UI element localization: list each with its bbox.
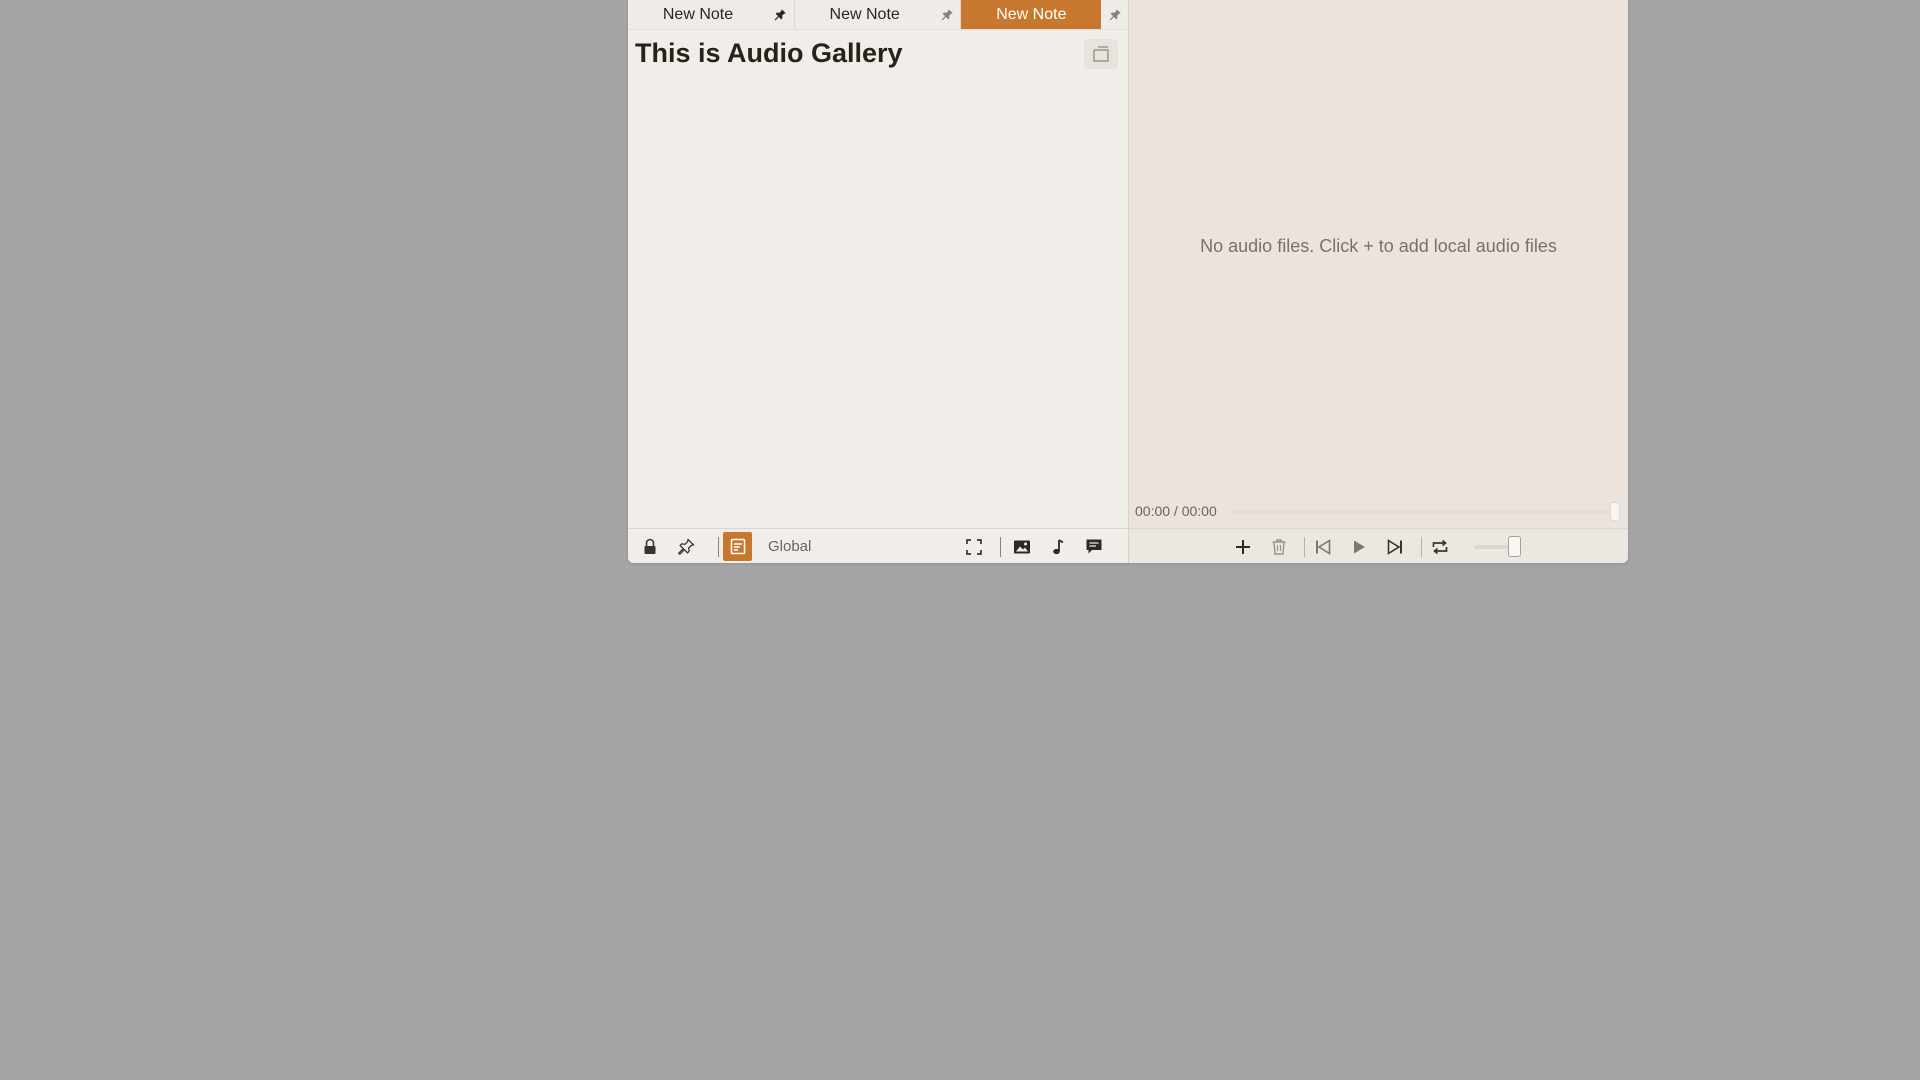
repeat-icon <box>1431 539 1449 555</box>
tab-new-note-3[interactable]: New Note <box>961 0 1129 29</box>
app-window: New Note New Note New Note This is Audio… <box>628 0 1628 563</box>
expand-icon <box>1092 45 1110 63</box>
pin-note-button[interactable] <box>672 533 700 560</box>
image-icon <box>1013 539 1031 555</box>
previous-icon <box>1314 538 1332 555</box>
note-toolbar: Global <box>628 528 1128 563</box>
scope-label[interactable]: Global <box>768 529 811 563</box>
tab-new-note-2[interactable]: New Note <box>795 0 962 29</box>
next-button[interactable] <box>1381 533 1409 560</box>
audio-gallery-button[interactable] <box>1044 533 1072 560</box>
progress-bar[interactable] <box>1234 510 1619 514</box>
add-audio-button[interactable] <box>1229 533 1257 560</box>
add-icon <box>1234 538 1252 556</box>
comment-button[interactable] <box>1080 533 1108 560</box>
player-toolbar <box>1129 528 1628 563</box>
progress-handle[interactable] <box>1610 502 1620 521</box>
toolbar-divider <box>1000 537 1001 557</box>
note-title[interactable]: This is Audio Gallery <box>635 38 903 69</box>
previous-button[interactable] <box>1309 533 1337 560</box>
lock-button[interactable] <box>636 533 664 560</box>
next-icon <box>1386 538 1404 555</box>
tab-label: New Note <box>662 6 734 23</box>
toolbar-divider <box>718 537 719 557</box>
toolbar-divider <box>1304 537 1305 557</box>
volume-handle[interactable] <box>1508 536 1521 557</box>
play-button[interactable] <box>1345 533 1373 560</box>
audio-gallery-pane: No audio files. Click + to add local aud… <box>1129 0 1628 563</box>
music-icon <box>1051 538 1065 556</box>
tab-label: New Note <box>961 0 1102 29</box>
insert-image-button[interactable] <box>1008 533 1036 560</box>
tab-label: New Note <box>829 6 900 23</box>
comment-icon <box>1085 538 1103 555</box>
toolbar-divider <box>1421 537 1422 557</box>
tab-new-note-1[interactable]: New Note <box>628 0 795 29</box>
pin-icon[interactable] <box>1102 0 1129 29</box>
time-display: 00:00 / 00:00 <box>1135 503 1217 519</box>
fullscreen-button[interactable] <box>960 533 988 560</box>
expand-pane-button[interactable] <box>1084 39 1118 69</box>
pin-filled-icon[interactable] <box>768 0 794 29</box>
note-pane: New Note New Note New Note This is Audio… <box>628 0 1129 563</box>
empty-state-message: No audio files. Click + to add local aud… <box>1200 236 1557 256</box>
fullscreen-icon <box>965 538 983 556</box>
note-mode-button[interactable] <box>723 532 752 561</box>
pin-outline-icon <box>677 538 695 555</box>
lock-icon <box>642 538 658 555</box>
delete-audio-button[interactable] <box>1265 533 1293 560</box>
pin-icon[interactable] <box>934 0 960 29</box>
tab-bar: New Note New Note New Note <box>628 0 1129 30</box>
delete-icon <box>1271 538 1287 556</box>
note-edit-icon <box>729 537 747 556</box>
play-icon <box>1351 539 1367 555</box>
repeat-button[interactable] <box>1426 533 1454 560</box>
